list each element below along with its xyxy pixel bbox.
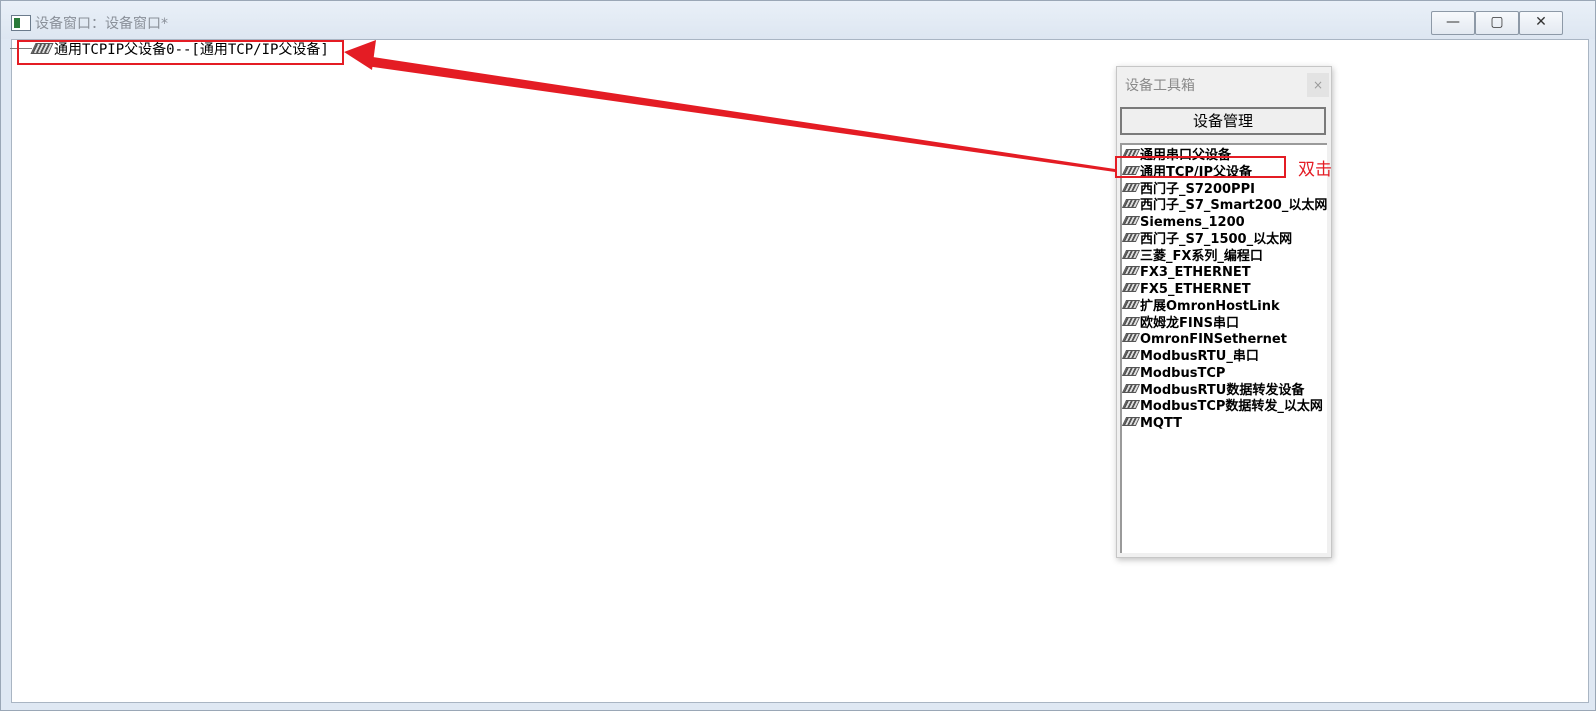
arrow-shaft: [366, 56, 1115, 172]
annotation-arrow: [344, 40, 1115, 172]
arrow-head: [344, 40, 376, 70]
